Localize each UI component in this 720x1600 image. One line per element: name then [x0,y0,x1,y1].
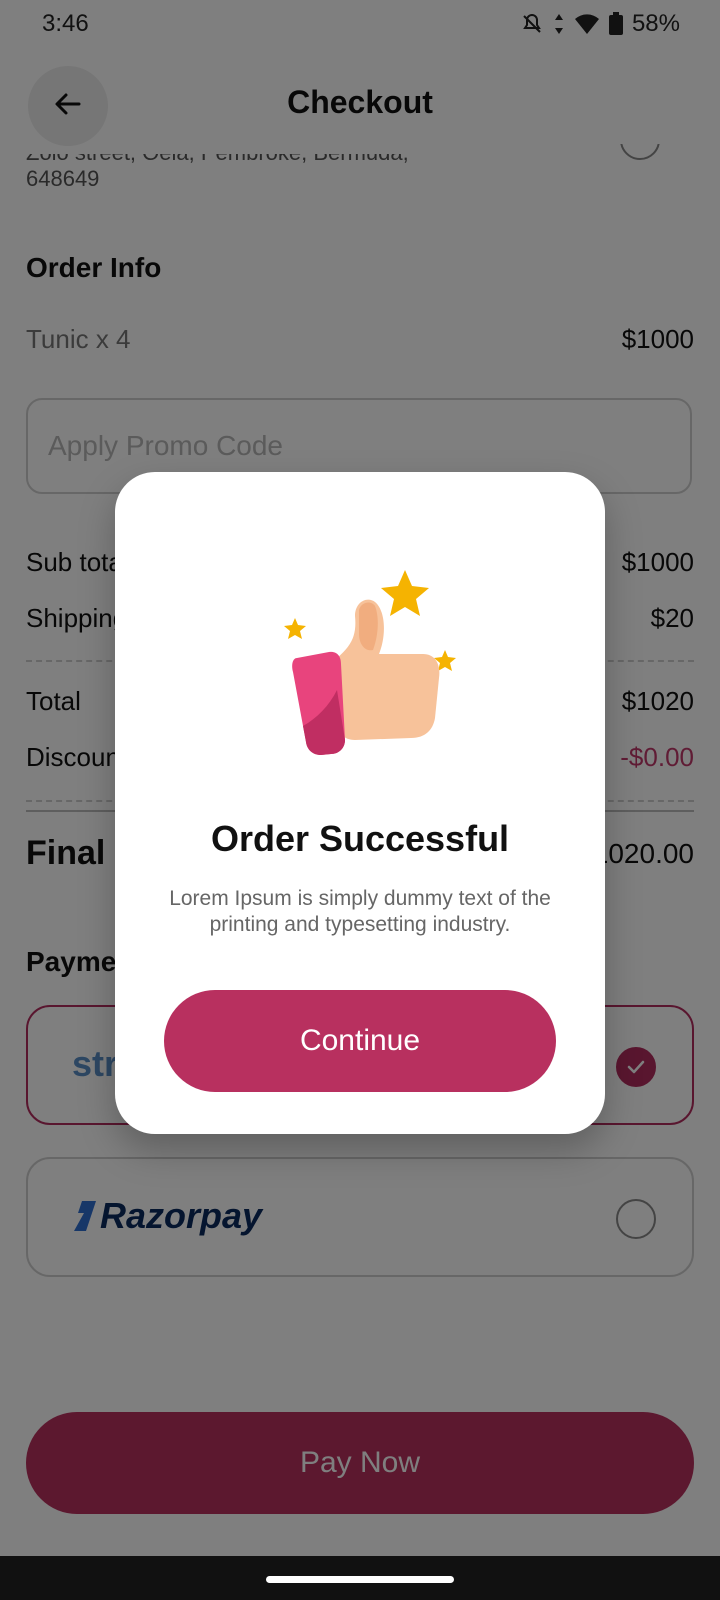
star-icon [284,618,306,639]
checkout-screen: 3:46 58% Checkout Zolo street, Oela, Pem… [0,0,720,1600]
home-gesture-handle[interactable] [266,1576,454,1583]
order-success-dialog: Order Successful Lorem Ipsum is simply d… [115,472,605,1134]
continue-button[interactable]: Continue [164,990,556,1092]
thumbs-up-icon [284,570,456,755]
dialog-message: Lorem Ipsum is simply dummy text of the … [169,887,551,936]
star-icon [381,570,429,616]
dialog-title: Order Successful [210,818,510,859]
